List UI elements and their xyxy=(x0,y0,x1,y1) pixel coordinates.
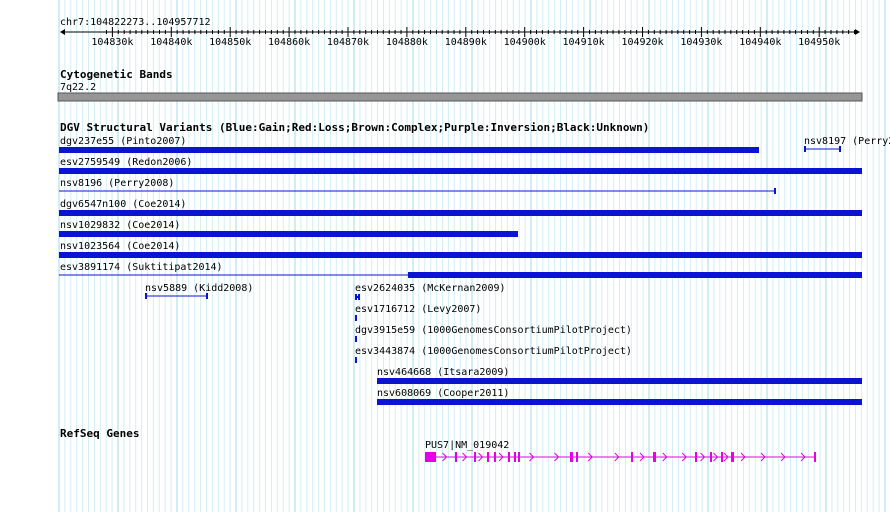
cytoband-bar[interactable] xyxy=(57,92,863,102)
ruler-tick-label: 104910k xyxy=(563,37,605,48)
variant-bar-nsv608069[interactable] xyxy=(377,399,862,405)
feature-label: nsv8196 (Perry2008) xyxy=(60,178,174,189)
ruler-right-arrow xyxy=(855,29,860,35)
feature-label: dgv6547n100 (Coe2014) xyxy=(60,199,186,210)
gene-exon xyxy=(425,452,436,462)
position-label: chr7:104822273..104957712 xyxy=(60,17,211,28)
feature-label: esv2759549 (Redon2006) xyxy=(60,157,192,168)
gene-exon xyxy=(721,452,723,462)
variant-bar-nsv464668[interactable] xyxy=(377,378,862,384)
genome-browser-view: chr7:104822273..104957712 104830k 104840k… xyxy=(0,0,890,512)
refseq-title: RefSeq Genes xyxy=(60,427,139,440)
gene-exon xyxy=(731,452,734,462)
ruler-left-arrow xyxy=(60,29,65,35)
ruler-tick-labels: 104830k 104840k 104850k 104860k 104870k 10488… xyxy=(91,37,840,48)
ruler-tick-label: 104890k xyxy=(445,37,487,48)
feature-label: nsv1023564 (Coe2014) xyxy=(60,241,180,252)
gene-exon xyxy=(814,452,816,462)
variant-bar-dgv3915e59[interactable] xyxy=(355,336,357,342)
variant-bar-dgv237e55[interactable] xyxy=(59,147,759,153)
gene-exon xyxy=(487,452,489,462)
feature-label: esv1716712 (Levy2007) xyxy=(355,304,481,315)
cytoband-title: Cytogenetic Bands xyxy=(60,68,173,81)
variant-bar-esv3443874[interactable] xyxy=(355,357,357,363)
variant-bar-esv2759549[interactable] xyxy=(59,168,862,174)
gene-exon xyxy=(653,452,656,462)
gene-exon xyxy=(514,452,516,462)
feature-label: nsv8197 (Perry2008) xyxy=(804,136,890,147)
feature-label: nsv608069 (Cooper2011) xyxy=(377,388,509,399)
variant-bar-nsv1023564[interactable] xyxy=(59,252,862,258)
feature-label: nsv464668 (Itsara2009) xyxy=(377,367,509,378)
variant-bar-esv1716712[interactable] xyxy=(355,315,357,321)
feature-label: nsv5889 (Kidd2008) xyxy=(145,283,253,294)
ruler-tick-label: 104940k xyxy=(739,37,781,48)
ruler-tick-label: 104880k xyxy=(386,37,428,48)
variant-bar-dgv6547n100[interactable] xyxy=(59,210,862,216)
feature-label: nsv1029832 (Coe2014) xyxy=(60,220,180,231)
feature-label: esv3891174 (Suktitipat2014) xyxy=(60,262,223,273)
feature-label: dgv237e55 (Pinto2007) xyxy=(60,136,186,147)
gene-exon xyxy=(455,452,457,462)
ruler-tick-label: 104850k xyxy=(209,37,251,48)
gene-exon xyxy=(518,452,520,462)
feature-label: esv2624035 (McKernan2009) xyxy=(355,283,506,294)
ruler-tick-label: 104950k xyxy=(798,37,840,48)
gene-exon xyxy=(576,452,578,462)
gene-exon xyxy=(474,452,476,462)
ruler-tick-label: 104830k xyxy=(91,37,133,48)
gene-exon xyxy=(508,452,510,462)
ruler-tick-label: 104920k xyxy=(621,37,663,48)
gene-exon xyxy=(494,452,496,462)
ruler-tick-label: 104840k xyxy=(150,37,192,48)
ruler-tick-label: 104870k xyxy=(327,37,369,48)
dgv-title: DGV Structural Variants (Blue:Gain;Red:L… xyxy=(60,121,649,134)
gene-exon xyxy=(631,452,633,462)
cytoband-label: 7q22.2 xyxy=(60,82,96,93)
browser-canvas: chr7:104822273..104957712 104830k 104840k… xyxy=(57,0,890,512)
feature-label: esv3443874 (1000GenomesConsortiumPilotPr… xyxy=(355,346,632,357)
ruler-tick-label: 104860k xyxy=(268,37,310,48)
ruler-tick-label: 104930k xyxy=(680,37,722,48)
variant-bar-esv2624035[interactable] xyxy=(355,294,360,300)
variant-bar-nsv1029832[interactable] xyxy=(59,231,518,237)
feature-label: dgv3915e59 (1000GenomesConsortiumPilotPr… xyxy=(355,325,632,336)
gene-label: PUS7|NM_019042 xyxy=(425,440,509,451)
gene-exon xyxy=(710,452,712,462)
gene-exon xyxy=(695,452,697,462)
ruler-tick-label: 104900k xyxy=(504,37,546,48)
gene-exon xyxy=(570,452,573,462)
dgv-track: DGV Structural Variants (Blue:Gain;Red:L… xyxy=(59,121,890,405)
